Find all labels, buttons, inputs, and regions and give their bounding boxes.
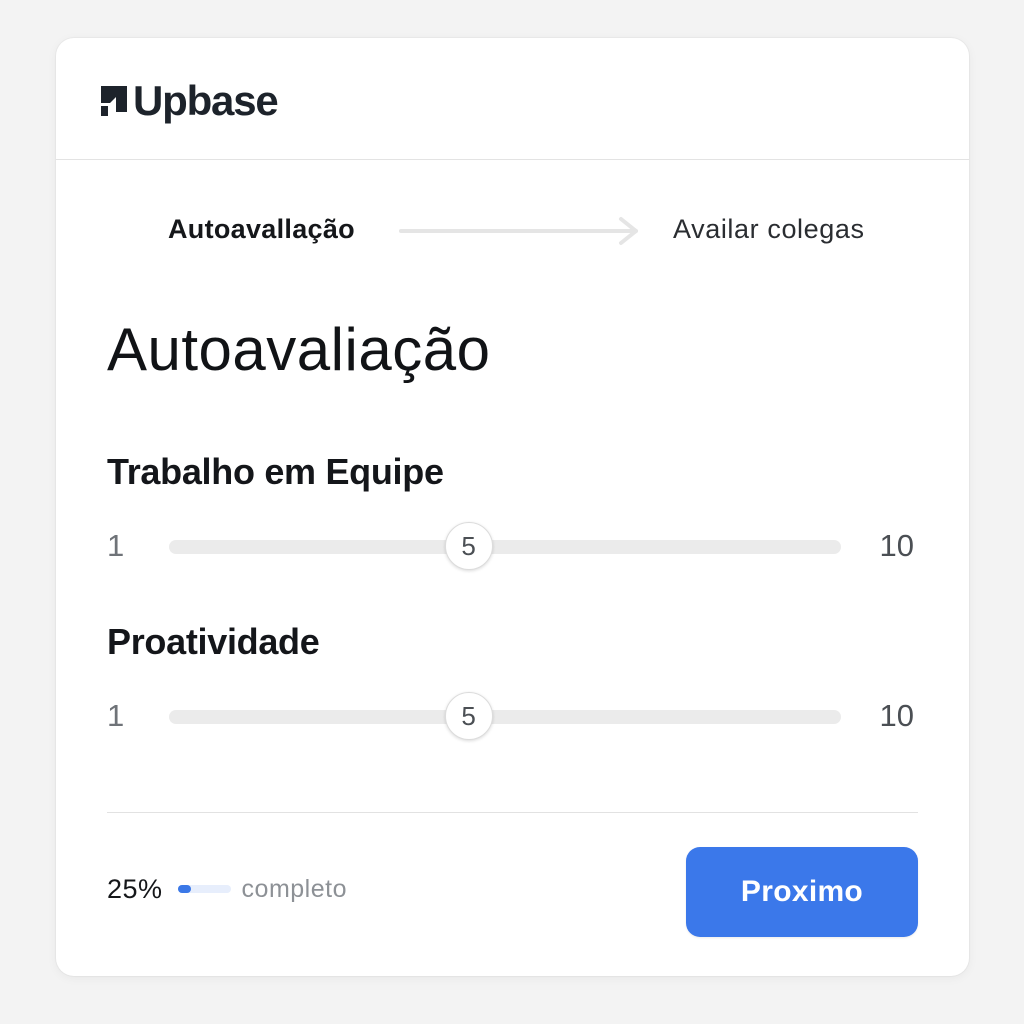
arrow-right-icon bbox=[399, 217, 638, 245]
question-proactivity: Proatividade 1 5 10 bbox=[107, 620, 918, 740]
brand[interactable]: Upbase bbox=[99, 77, 279, 124]
step-next[interactable]: Availar colegas bbox=[673, 214, 865, 245]
question-label: Trabalho em Equipe bbox=[107, 451, 444, 492]
slider-thumb[interactable]: 5 bbox=[444, 522, 493, 570]
self-assessment-card: Upbase Autoavallação Availar colegas Aut… bbox=[56, 38, 969, 976]
progress-bar bbox=[177, 885, 231, 893]
teamwork-slider[interactable]: 5 bbox=[169, 522, 841, 570]
scale-min-label: 1 bbox=[107, 528, 125, 563]
slider-thumb[interactable]: 5 bbox=[444, 692, 493, 740]
brand-name: Upbase bbox=[133, 77, 279, 124]
progress-fill bbox=[177, 885, 191, 893]
progress-indicator: 25% completo bbox=[107, 872, 347, 906]
scale-max-label: 10 bbox=[879, 698, 914, 733]
progress-label: completo bbox=[241, 874, 347, 903]
proactivity-slider[interactable]: 5 bbox=[169, 692, 841, 740]
upbase-logo-icon bbox=[101, 86, 127, 116]
step-current[interactable]: Autoavallação bbox=[168, 214, 355, 245]
progress-percent: 25% bbox=[107, 873, 163, 904]
scale-min-label: 1 bbox=[107, 698, 125, 733]
footer-divider bbox=[107, 812, 918, 813]
scale-max-label: 10 bbox=[879, 528, 914, 563]
page-title: Autoavaliação bbox=[107, 316, 491, 383]
next-button[interactable]: Proximo bbox=[686, 847, 918, 937]
question-teamwork: Trabalho em Equipe 1 5 10 bbox=[107, 450, 918, 570]
stepper: Autoavallação Availar colegas bbox=[56, 210, 969, 254]
question-label: Proatividade bbox=[107, 621, 320, 662]
app-header: Upbase bbox=[56, 38, 969, 160]
